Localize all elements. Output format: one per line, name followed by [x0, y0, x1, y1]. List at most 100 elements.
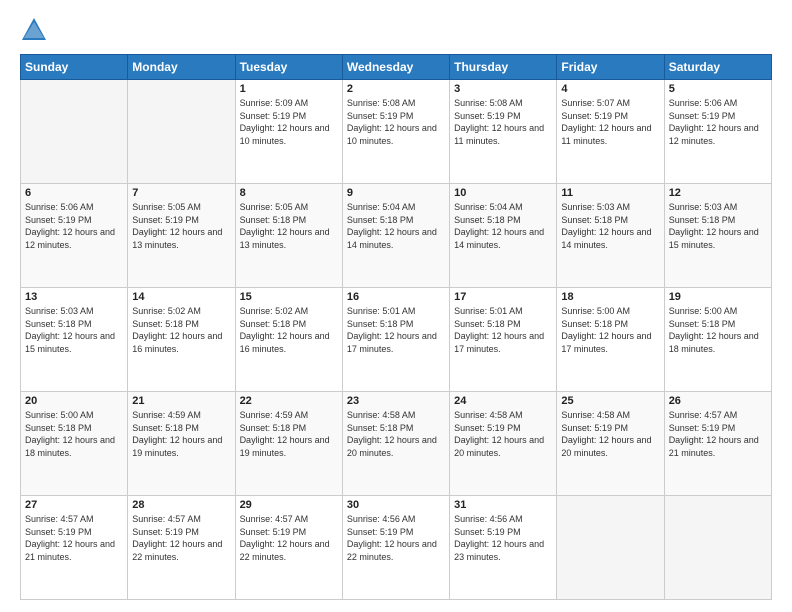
day-number: 19: [669, 291, 767, 303]
weekday-header-sunday: Sunday: [21, 55, 128, 80]
calendar-cell: 29 Sunrise: 4:57 AM Sunset: 5:19 PM Dayli…: [235, 496, 342, 600]
day-number: 2: [347, 83, 445, 95]
weekday-header-row: SundayMondayTuesdayWednesdayThursdayFrid…: [21, 55, 772, 80]
week-row-4: 20 Sunrise: 5:00 AM Sunset: 5:18 PM Dayli…: [21, 392, 772, 496]
calendar-cell: 19 Sunrise: 5:00 AM Sunset: 5:18 PM Dayli…: [664, 288, 771, 392]
day-info: Sunrise: 4:57 AM Sunset: 5:19 PM Dayligh…: [669, 409, 767, 459]
day-number: 17: [454, 291, 552, 303]
day-number: 24: [454, 395, 552, 407]
calendar-cell: 21 Sunrise: 4:59 AM Sunset: 5:18 PM Dayli…: [128, 392, 235, 496]
day-info: Sunrise: 5:00 AM Sunset: 5:18 PM Dayligh…: [561, 305, 659, 355]
day-number: 7: [132, 187, 230, 199]
day-info: Sunrise: 5:04 AM Sunset: 5:18 PM Dayligh…: [347, 201, 445, 251]
calendar-cell: 2 Sunrise: 5:08 AM Sunset: 5:19 PM Daylig…: [342, 80, 449, 184]
week-row-2: 6 Sunrise: 5:06 AM Sunset: 5:19 PM Daylig…: [21, 184, 772, 288]
week-row-3: 13Sunrise: 5:03 AM Sunset: 5:18 PM Dayli…: [21, 288, 772, 392]
calendar-cell: 15 Sunrise: 5:02 AM Sunset: 5:18 PM Dayli…: [235, 288, 342, 392]
calendar-cell: 20 Sunrise: 5:00 AM Sunset: 5:18 PM Dayli…: [21, 392, 128, 496]
day-number: 4: [561, 83, 659, 95]
day-number: 11: [561, 187, 659, 199]
day-info: Sunrise: 5:08 AM Sunset: 5:19 PM Dayligh…: [347, 97, 445, 147]
header: [20, 16, 772, 44]
calendar-cell: [128, 80, 235, 184]
calendar-cell: 28 Sunrise: 4:57 AM Sunset: 5:19 PM Dayli…: [128, 496, 235, 600]
day-info: Sunrise: 4:56 AM Sunset: 5:19 PM Dayligh…: [347, 513, 445, 563]
calendar-cell: [557, 496, 664, 600]
calendar-cell: 16Sunrise: 5:01 AM Sunset: 5:18 PM Dayli…: [342, 288, 449, 392]
week-row-1: 1 Sunrise: 5:09 AM Sunset: 5:19 PM Daylig…: [21, 80, 772, 184]
day-number: 21: [132, 395, 230, 407]
weekday-header-monday: Monday: [128, 55, 235, 80]
calendar-cell: 22 Sunrise: 4:59 AM Sunset: 5:18 PM Dayli…: [235, 392, 342, 496]
day-number: 16: [347, 291, 445, 303]
day-info: Sunrise: 5:01 AM Sunset: 5:18 PM Dayligh…: [454, 305, 552, 355]
day-info: Sunrise: 4:57 AM Sunset: 5:19 PM Dayligh…: [132, 513, 230, 563]
day-info: Sunrise: 5:09 AM Sunset: 5:19 PM Dayligh…: [240, 97, 338, 147]
day-number: 12: [669, 187, 767, 199]
calendar-cell: 26 Sunrise: 4:57 AM Sunset: 5:19 PM Dayli…: [664, 392, 771, 496]
day-info: Sunrise: 4:59 AM Sunset: 5:18 PM Dayligh…: [240, 409, 338, 459]
day-info: Sunrise: 4:59 AM Sunset: 5:18 PM Dayligh…: [132, 409, 230, 459]
day-info: Sunrise: 5:06 AM Sunset: 5:19 PM Dayligh…: [669, 97, 767, 147]
logo-icon: [20, 16, 48, 44]
day-info: Sunrise: 5:02 AM Sunset: 5:18 PM Dayligh…: [132, 305, 230, 355]
day-info: Sunrise: 4:57 AM Sunset: 5:19 PM Dayligh…: [25, 513, 123, 563]
day-number: 6: [25, 187, 123, 199]
day-number: 22: [240, 395, 338, 407]
calendar-cell: 11 Sunrise: 5:03 AM Sunset: 5:18 PM Dayli…: [557, 184, 664, 288]
calendar-cell: 18 Sunrise: 5:00 AM Sunset: 5:18 PM Dayli…: [557, 288, 664, 392]
calendar-cell: 4 Sunrise: 5:07 AM Sunset: 5:19 PM Daylig…: [557, 80, 664, 184]
day-info: Sunrise: 5:08 AM Sunset: 5:19 PM Dayligh…: [454, 97, 552, 147]
day-info: Sunrise: 5:00 AM Sunset: 5:18 PM Dayligh…: [25, 409, 123, 459]
day-number: 20: [25, 395, 123, 407]
calendar-cell: 7 Sunrise: 5:05 AM Sunset: 5:19 PM Daylig…: [128, 184, 235, 288]
day-number: 5: [669, 83, 767, 95]
calendar-cell: 24Sunrise: 4:58 AM Sunset: 5:19 PM Dayli…: [450, 392, 557, 496]
day-number: 9: [347, 187, 445, 199]
calendar-cell: 10Sunrise: 5:04 AM Sunset: 5:18 PM Dayli…: [450, 184, 557, 288]
calendar-cell: 12 Sunrise: 5:03 AM Sunset: 5:18 PM Dayli…: [664, 184, 771, 288]
calendar-cell: 25Sunrise: 4:58 AM Sunset: 5:19 PM Dayli…: [557, 392, 664, 496]
day-info: Sunrise: 5:00 AM Sunset: 5:18 PM Dayligh…: [669, 305, 767, 355]
day-info: Sunrise: 5:06 AM Sunset: 5:19 PM Dayligh…: [25, 201, 123, 251]
calendar-cell: 9 Sunrise: 5:04 AM Sunset: 5:18 PM Daylig…: [342, 184, 449, 288]
day-number: 28: [132, 499, 230, 511]
day-number: 1: [240, 83, 338, 95]
calendar-cell: 31 Sunrise: 4:56 AM Sunset: 5:19 PM Dayli…: [450, 496, 557, 600]
calendar-cell: 30 Sunrise: 4:56 AM Sunset: 5:19 PM Dayli…: [342, 496, 449, 600]
day-number: 13: [25, 291, 123, 303]
day-info: Sunrise: 5:05 AM Sunset: 5:19 PM Dayligh…: [132, 201, 230, 251]
calendar-cell: 13Sunrise: 5:03 AM Sunset: 5:18 PM Dayli…: [21, 288, 128, 392]
day-number: 3: [454, 83, 552, 95]
day-number: 15: [240, 291, 338, 303]
day-info: Sunrise: 4:56 AM Sunset: 5:19 PM Dayligh…: [454, 513, 552, 563]
day-number: 29: [240, 499, 338, 511]
calendar-cell: 3 Sunrise: 5:08 AM Sunset: 5:19 PM Daylig…: [450, 80, 557, 184]
day-number: 30: [347, 499, 445, 511]
calendar-cell: [21, 80, 128, 184]
day-number: 26: [669, 395, 767, 407]
calendar-cell: 14Sunrise: 5:02 AM Sunset: 5:18 PM Dayli…: [128, 288, 235, 392]
day-info: Sunrise: 5:02 AM Sunset: 5:18 PM Dayligh…: [240, 305, 338, 355]
weekday-header-tuesday: Tuesday: [235, 55, 342, 80]
day-number: 10: [454, 187, 552, 199]
calendar-cell: 6 Sunrise: 5:06 AM Sunset: 5:19 PM Daylig…: [21, 184, 128, 288]
day-info: Sunrise: 5:07 AM Sunset: 5:19 PM Dayligh…: [561, 97, 659, 147]
weekday-header-thursday: Thursday: [450, 55, 557, 80]
day-info: Sunrise: 5:03 AM Sunset: 5:18 PM Dayligh…: [561, 201, 659, 251]
day-info: Sunrise: 4:57 AM Sunset: 5:19 PM Dayligh…: [240, 513, 338, 563]
logo: [20, 16, 52, 44]
day-number: 31: [454, 499, 552, 511]
day-info: Sunrise: 5:05 AM Sunset: 5:18 PM Dayligh…: [240, 201, 338, 251]
day-info: Sunrise: 4:58 AM Sunset: 5:18 PM Dayligh…: [347, 409, 445, 459]
calendar-cell: 23Sunrise: 4:58 AM Sunset: 5:18 PM Dayli…: [342, 392, 449, 496]
day-number: 8: [240, 187, 338, 199]
calendar-cell: 1 Sunrise: 5:09 AM Sunset: 5:19 PM Daylig…: [235, 80, 342, 184]
day-info: Sunrise: 5:03 AM Sunset: 5:18 PM Dayligh…: [669, 201, 767, 251]
calendar-cell: 5 Sunrise: 5:06 AM Sunset: 5:19 PM Daylig…: [664, 80, 771, 184]
day-number: 18: [561, 291, 659, 303]
calendar-cell: [664, 496, 771, 600]
day-number: 27: [25, 499, 123, 511]
weekday-header-saturday: Saturday: [664, 55, 771, 80]
page: SundayMondayTuesdayWednesdayThursdayFrid…: [0, 0, 792, 612]
